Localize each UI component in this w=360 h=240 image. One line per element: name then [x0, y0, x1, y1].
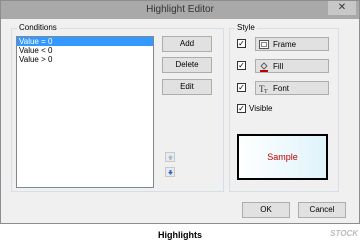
close-button[interactable]: ✕ — [328, 1, 356, 15]
frame-checkbox[interactable]: ✓ — [237, 39, 246, 48]
delete-button[interactable]: Delete — [162, 57, 212, 73]
list-item[interactable]: Value = 0 — [17, 37, 153, 46]
list-item[interactable]: Value > 0 — [17, 55, 153, 64]
move-down-button[interactable] — [165, 167, 175, 177]
font-button-label: Font — [273, 84, 290, 93]
fill-button[interactable]: Fill — [255, 59, 329, 73]
list-item[interactable]: Value < 0 — [17, 46, 153, 55]
font-checkbox[interactable]: ✓ — [237, 83, 246, 92]
frame-button[interactable]: Frame — [255, 37, 329, 51]
watermark: STOCK — [330, 229, 358, 238]
sample-preview: Sample — [237, 134, 328, 180]
figure-caption: Highlights — [158, 230, 202, 240]
highlight-editor-window: Highlight Editor ✕ Conditions Value = 0 … — [0, 0, 360, 224]
fill-button-label: Fill — [273, 62, 284, 71]
font-icon: TT — [259, 84, 270, 96]
fill-bucket-icon — [259, 62, 269, 74]
frame-button-label: Frame — [273, 40, 297, 49]
edit-button[interactable]: Edit — [162, 79, 212, 95]
visible-label: Visible — [249, 104, 273, 113]
font-button[interactable]: TT Font — [255, 81, 329, 95]
arrow-down-icon — [167, 169, 173, 175]
move-up-button[interactable] — [165, 152, 175, 162]
svg-text:T: T — [264, 89, 268, 94]
style-group-label: Style — [235, 23, 257, 33]
arrow-up-icon — [167, 154, 173, 160]
frame-icon — [259, 40, 269, 51]
fill-checkbox[interactable]: ✓ — [237, 61, 246, 70]
conditions-group-label: Conditions — [17, 23, 59, 33]
conditions-list[interactable]: Value = 0 Value < 0 Value > 0 — [16, 36, 154, 188]
window-title: Highlight Editor — [146, 4, 214, 15]
title-bar[interactable]: Highlight Editor ✕ — [1, 1, 359, 19]
ok-button[interactable]: OK — [242, 202, 290, 218]
add-button[interactable]: Add — [162, 36, 212, 52]
visible-checkbox[interactable]: ✓ — [237, 104, 246, 113]
cancel-button[interactable]: Cancel — [298, 202, 346, 218]
